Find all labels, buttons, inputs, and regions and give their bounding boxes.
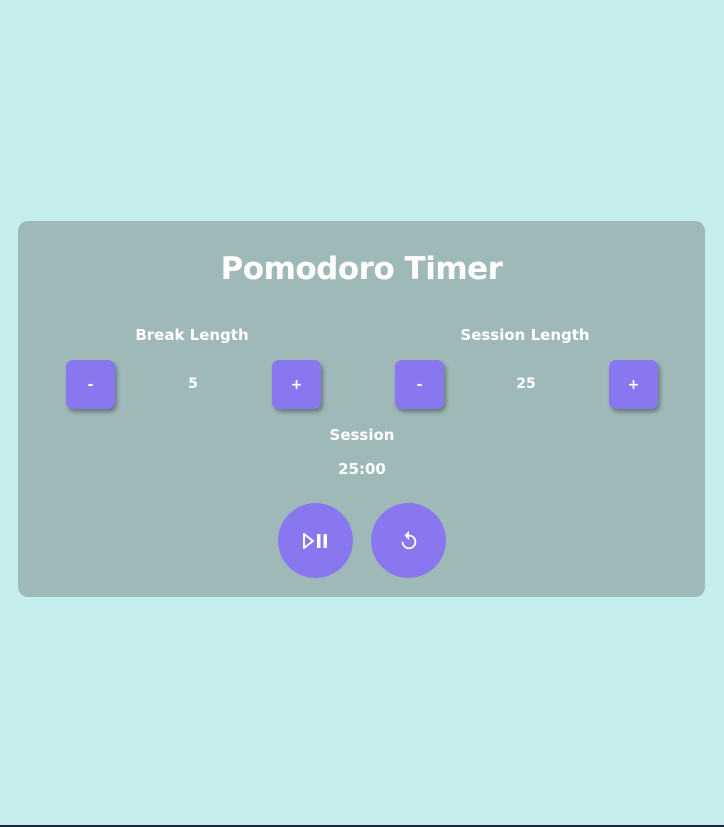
- session-length-label: Session Length: [460, 326, 590, 344]
- play-pause-icon: [302, 532, 327, 549]
- time-left: 25:00: [338, 460, 386, 478]
- session-length-value: 25: [516, 376, 536, 392]
- reset-button[interactable]: [371, 503, 446, 578]
- session-decrement-button[interactable]: -: [395, 360, 444, 409]
- break-decrement-button[interactable]: -: [66, 360, 115, 409]
- break-length-value: 5: [188, 376, 198, 392]
- page-title: Pomodoro Timer: [220, 251, 503, 287]
- break-increment-button[interactable]: +: [272, 360, 321, 409]
- timer-label: Session: [329, 426, 395, 444]
- reset-icon: [401, 530, 416, 549]
- timer-card: Pomodoro Timer Break Length - 5 + Sessio…: [18, 221, 705, 597]
- break-length-label: Break Length: [135, 326, 249, 344]
- start-stop-button[interactable]: [278, 503, 353, 578]
- session-increment-button[interactable]: +: [609, 360, 658, 409]
